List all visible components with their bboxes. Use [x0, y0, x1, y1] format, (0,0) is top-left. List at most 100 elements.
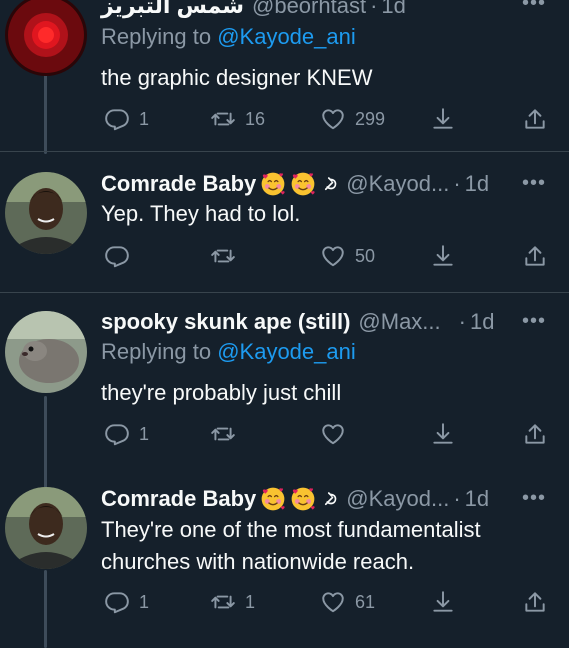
more-options-icon[interactable]: •••	[522, 0, 546, 15]
tweet-text-line: They're one of the most fundamentalist	[101, 517, 481, 542]
replying-to-link[interactable]: @Kayode_ani	[217, 339, 356, 364]
retweet-button[interactable]: 16	[210, 105, 265, 133]
tweet-text: they're probably just chill	[101, 380, 342, 405]
share-icon	[522, 589, 548, 615]
tweet-actions: 1 16 299	[100, 105, 552, 133]
download-icon	[430, 421, 456, 447]
tweet-actions: 50	[100, 242, 552, 270]
retweet-button[interactable]	[210, 420, 236, 448]
timestamp[interactable]: 1d	[465, 486, 489, 512]
reply-button[interactable]	[104, 242, 130, 270]
download-button[interactable]	[430, 105, 456, 133]
tweet-header: Comrade Baby @Kayod... · 1d	[101, 484, 489, 514]
share-button[interactable]	[522, 242, 548, 270]
tweet-header: Comrade Baby @Kayod... · 1d	[101, 169, 489, 199]
reply-count: 1	[139, 108, 150, 129]
like-count: 61	[355, 591, 376, 612]
reply-count: 1	[139, 423, 150, 444]
like-count: 299	[355, 108, 386, 129]
separator-dot: ·	[453, 486, 461, 511]
retweet-count: 1	[245, 591, 256, 612]
retweet-icon	[210, 106, 236, 132]
share-icon	[522, 243, 548, 269]
replying-to-label: Replying to	[101, 339, 212, 364]
user-handle[interactable]: @beorhtast	[252, 0, 366, 19]
more-options-icon[interactable]: •••	[522, 310, 546, 333]
reply-icon	[104, 589, 130, 615]
heart-icon	[320, 589, 346, 615]
smiling-face-with-hearts-icon	[290, 171, 316, 197]
avatar-comrade-baby[interactable]	[5, 172, 87, 254]
tweet-header: spooky skunk ape (still) @Max... · 1d	[101, 307, 494, 337]
download-button[interactable]	[430, 420, 456, 448]
hammer-and-sickle-icon	[322, 490, 340, 508]
tweet-text: They're one of the most fundamentalist c…	[101, 514, 481, 578]
reply-icon	[104, 106, 130, 132]
like-button[interactable]: 61	[320, 588, 375, 616]
download-button[interactable]	[430, 588, 456, 616]
share-button[interactable]	[522, 105, 548, 133]
avatar-comrade-baby[interactable]	[5, 487, 87, 569]
reply-button[interactable]: 1	[104, 420, 149, 448]
retweet-button[interactable]	[210, 242, 236, 270]
share-button[interactable]	[522, 420, 548, 448]
user-handle[interactable]: @Kayod...	[346, 486, 449, 512]
retweet-icon	[210, 589, 236, 615]
avatar-red-orb[interactable]	[5, 0, 87, 76]
smiling-face-with-hearts-icon	[260, 486, 286, 512]
timestamp[interactable]: 1d	[465, 171, 489, 197]
replying-to: Replying to @Kayode_ani	[101, 339, 356, 365]
like-button[interactable]: 299	[320, 105, 385, 133]
replying-to-label: Replying to	[101, 24, 212, 49]
timestamp[interactable]: 1d	[381, 0, 405, 19]
reply-button[interactable]: 1	[104, 588, 149, 616]
thread-connector-line	[44, 396, 47, 488]
retweet-icon	[210, 243, 236, 269]
smiling-face-with-hearts-icon	[290, 486, 316, 512]
reply-icon	[104, 243, 130, 269]
replying-to-link[interactable]: @Kayode_ani	[217, 24, 356, 49]
user-handle[interactable]: @Kayod...	[346, 171, 449, 197]
display-name[interactable]: شمس التبريز	[101, 0, 244, 19]
tweet-text: Yep. They had to lol.	[101, 201, 301, 226]
separator-dot: ·	[370, 0, 378, 18]
timestamp[interactable]: 1d	[470, 309, 494, 335]
display-name[interactable]: Comrade Baby	[101, 486, 256, 512]
reply-icon	[104, 421, 130, 447]
tweet-actions: 1 1 61	[100, 588, 552, 616]
smiling-face-with-hearts-icon	[260, 171, 286, 197]
replying-to: Replying to @Kayode_ani	[101, 24, 356, 50]
tweet-divider	[0, 151, 569, 152]
download-icon	[430, 106, 456, 132]
download-icon	[430, 243, 456, 269]
download-button[interactable]	[430, 242, 456, 270]
display-name[interactable]: spooky skunk ape (still)	[101, 309, 350, 335]
tweet-actions: 1	[100, 420, 552, 448]
thread-connector-line	[44, 570, 47, 648]
retweet-button[interactable]: 1	[210, 588, 255, 616]
tweet-header: شمس التبريز @beorhtast · 1d	[101, 0, 406, 21]
retweet-count: 16	[245, 108, 266, 129]
reply-count: 1	[139, 591, 150, 612]
reply-button[interactable]: 1	[104, 105, 149, 133]
heart-icon	[320, 421, 346, 447]
heart-icon	[320, 106, 346, 132]
hammer-and-sickle-icon	[322, 175, 340, 193]
download-icon	[430, 589, 456, 615]
like-count: 50	[355, 245, 376, 266]
display-name[interactable]: Comrade Baby	[101, 171, 256, 197]
like-button[interactable]	[320, 420, 346, 448]
like-button[interactable]: 50	[320, 242, 375, 270]
share-button[interactable]	[522, 588, 548, 616]
share-icon	[522, 106, 548, 132]
heart-icon	[320, 243, 346, 269]
tweet-text-line: churches with nationwide reach.	[101, 549, 415, 574]
more-options-icon[interactable]: •••	[522, 487, 546, 510]
separator-dot: ·	[453, 171, 461, 196]
user-handle[interactable]: @Max...	[358, 309, 440, 335]
share-icon	[522, 421, 548, 447]
separator-dot: ·	[458, 309, 466, 334]
more-options-icon[interactable]: •••	[522, 172, 546, 195]
avatar-skunk-ape[interactable]	[5, 311, 87, 393]
tweet-text: the graphic designer KNEW	[101, 65, 373, 90]
